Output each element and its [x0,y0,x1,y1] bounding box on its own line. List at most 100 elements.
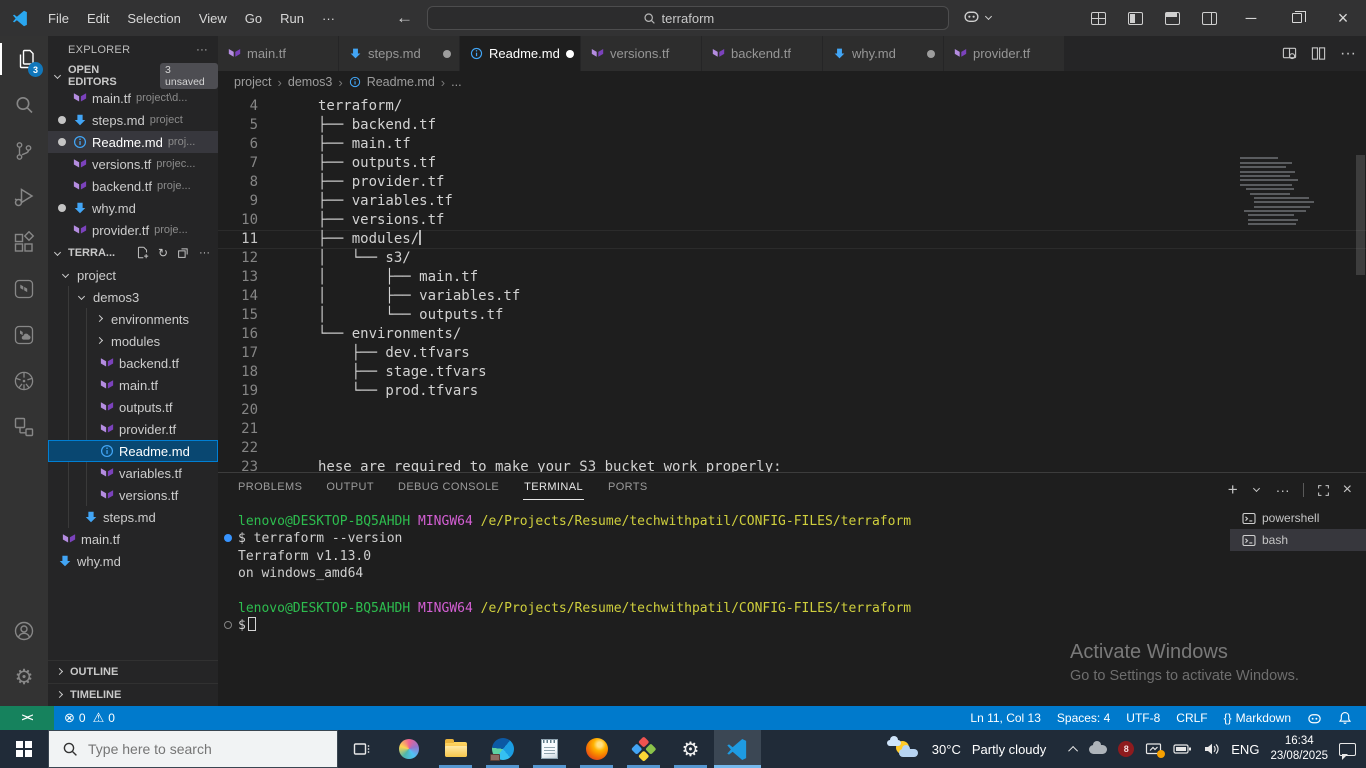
tree-item-versions-tf[interactable]: versions.tf [48,484,218,506]
source-control-icon[interactable] [0,128,48,174]
copilot-icon[interactable] [385,730,432,768]
back-arrow[interactable]: ← [396,8,413,28]
close-panel-icon[interactable]: × [1343,481,1352,499]
search-icon[interactable] [0,82,48,128]
modified-dot[interactable] [443,49,451,58]
start-button[interactable] [0,730,48,768]
new-terminal-icon[interactable]: + [1228,480,1238,500]
tab-main-tf[interactable]: main.tf [218,36,339,71]
shell-item-bash[interactable]: bash [1230,529,1366,551]
file-explorer-icon[interactable] [432,730,479,768]
menu-run[interactable]: Run [271,8,313,29]
breadcrumb-item[interactable]: Readme.md [367,75,435,89]
remote-indicator-icon[interactable]: >< [0,706,54,730]
open-preview-icon[interactable] [1282,46,1297,61]
menu-selection[interactable]: Selection [118,8,189,29]
tree-item-environments[interactable]: environments [48,308,218,330]
tab-readme-md[interactable]: Readme.md [460,36,581,71]
tree-item-steps-md[interactable]: steps.md [48,506,218,528]
open-editor-backend-tf[interactable]: backend.tf proje... [48,175,218,197]
taskbar-search[interactable] [48,730,338,768]
settings-icon[interactable]: ⚙ [667,730,714,768]
modified-dot[interactable] [565,49,574,58]
onedrive-cloud-icon[interactable] [1089,740,1108,754]
task-view-icon[interactable] [338,730,385,768]
explorer-icon[interactable]: 3 [0,36,48,82]
panel-tab-ports[interactable]: PORTS [608,481,648,493]
weather-icon[interactable] [886,736,921,761]
refresh-icon[interactable]: ↻ [158,246,168,260]
copilot-menu[interactable] [963,8,995,25]
tree-item-demos3[interactable]: demos3 [48,286,218,308]
run-and-debug-icon[interactable] [0,174,48,220]
tree-item-readme-md[interactable]: Readme.md [48,440,218,462]
toggle-primary-sidebar-icon[interactable] [1128,11,1143,25]
terraform-icon[interactable] [0,266,48,312]
open-editor-versions-tf[interactable]: versions.tf projec... [48,153,218,175]
copilot-icon[interactable] [1307,711,1322,726]
tree-item-backend-tf[interactable]: backend.tf [48,352,218,374]
tab-versions-tf[interactable]: versions.tf [581,36,702,71]
chevron-down-icon[interactable] [1252,484,1260,492]
minimap[interactable] [1236,155,1320,255]
breadcrumb-item[interactable]: demos3 [288,75,332,89]
indentation-status[interactable]: Spaces: 4 [1057,711,1110,725]
cursor-position-status[interactable]: Ln 11, Col 13 [970,711,1041,725]
display-connect-icon[interactable] [1145,742,1166,758]
breadcrumb-item[interactable]: project [234,75,272,89]
tab-provider-tf[interactable]: provider.tf [944,36,1065,71]
language-indicator[interactable]: ENG [1231,742,1259,757]
red-app-tray-icon[interactable]: 8 [1118,741,1135,757]
open-editor-steps-md[interactable]: steps.md project [48,109,218,131]
workspace-header[interactable]: TERRA... ↻ ··· [48,241,218,264]
shell-item-powershell[interactable]: powershell [1230,507,1366,529]
edge-icon[interactable] [479,730,526,768]
encoding-status[interactable]: UTF-8 [1126,711,1160,725]
maximize-panel-icon[interactable] [1317,484,1330,497]
open-editor-why-md[interactable]: why.md [48,197,218,219]
customize-layout-icon[interactable] [1091,11,1106,25]
open-editor-main-tf[interactable]: main.tf project\d... [48,87,218,109]
settings-gear-icon[interactable]: ⚙ [0,654,48,700]
weather-condition[interactable]: Partly cloudy [972,742,1046,757]
breadcrumb-item[interactable]: ... [451,75,461,89]
kubernetes-icon[interactable] [0,358,48,404]
split-editor-icon[interactable] [1311,46,1326,61]
more-actions-icon[interactable]: ··· [1340,45,1356,63]
vscode-icon[interactable] [714,730,761,768]
more-actions-icon[interactable]: ··· [1276,482,1290,498]
command-center-search[interactable] [427,6,949,30]
battery-icon[interactable] [1173,743,1192,755]
clock[interactable]: 16:34 23/08/2025 [1270,734,1328,764]
panel-tab-output[interactable]: OUTPUT [326,481,374,493]
close-button[interactable]: × [1320,0,1366,36]
shapes-app-icon[interactable] [620,730,667,768]
bell-icon[interactable] [1338,711,1352,725]
language-status[interactable]: {} Markdown [1224,711,1291,725]
menu-go[interactable]: Go [236,8,271,29]
outline-section[interactable]: OUTLINE [48,660,218,683]
editor-scrollbar[interactable] [1356,155,1365,275]
tree-item-variables-tf[interactable]: variables.tf [48,462,218,484]
more-actions-icon[interactable]: ··· [199,247,210,259]
tree-item-why-md[interactable]: why.md [48,550,218,572]
tree-item-main-tf-root[interactable]: main.tf [48,528,218,550]
account-icon[interactable] [0,608,48,654]
toggle-secondary-sidebar-icon[interactable] [1202,11,1217,25]
menu-file[interactable]: File [39,8,78,29]
new-file-icon[interactable] [136,246,149,259]
weather-temp[interactable]: 30°C [932,742,961,757]
code-area[interactable]: 4 terraform/ 5 ├── backend.tf 6 ├── main.tf… [218,93,1366,472]
tree-item-project[interactable]: project [48,264,218,286]
tab-steps-md[interactable]: steps.md [339,36,460,71]
eol-status[interactable]: CRLF [1176,711,1207,725]
notification-bubble-icon[interactable] [1339,742,1356,760]
panel-tab-problems[interactable]: PROBLEMS [238,481,302,493]
tree-item-provider-tf[interactable]: provider.tf [48,418,218,440]
search-input[interactable] [661,10,734,26]
menu-view[interactable]: View [190,8,236,29]
tab-backend-tf[interactable]: backend.tf [702,36,823,71]
restore-button[interactable] [1274,0,1320,36]
tree-item-outputs-tf[interactable]: outputs.tf [48,396,218,418]
firefox-icon[interactable] [573,730,620,768]
